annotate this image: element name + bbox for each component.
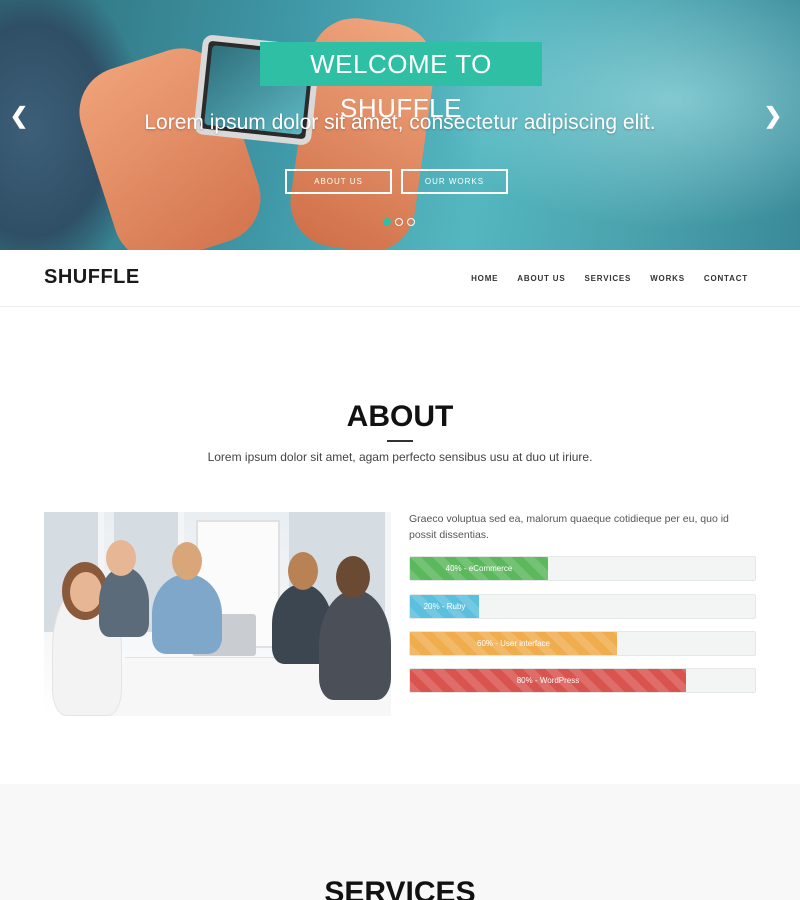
hero-slider: WELCOME TO SHUFFLE Lorem ipsum dolor sit…: [0, 0, 800, 250]
skill-bar-ecommerce: 40% - eCommerce: [409, 556, 756, 581]
about-description: Graeco voluptua sed ea, malorum quaeque …: [409, 513, 729, 541]
hero-subtitle: Lorem ipsum dolor sit amet, consectetur …: [144, 111, 656, 134]
slider-dot-2[interactable]: [395, 218, 403, 226]
about-us-button[interactable]: ABOUT US: [285, 169, 392, 194]
skill-bar-ruby: 20% - Ruby: [409, 594, 756, 619]
skill-bar-user-interface: 60% - User interface: [409, 631, 756, 656]
nav-item-about-us[interactable]: ABOUT US: [517, 274, 565, 283]
skill-bar-fill: 60% - User interface: [410, 632, 617, 655]
brand-logo[interactable]: SHUFFLE: [44, 266, 140, 289]
slider-dot-1[interactable]: [383, 218, 391, 226]
nav-menu: HOME ABOUT US SERVICES WORKS CONTACT: [471, 274, 748, 283]
skill-bar-fill: 40% - eCommerce: [410, 557, 548, 580]
nav-item-contact[interactable]: CONTACT: [704, 274, 748, 283]
slider-prev-icon[interactable]: ❮: [9, 105, 29, 127]
about-heading: ABOUT: [346, 400, 454, 433]
skill-bar-fill: 80% - WordPress: [410, 669, 686, 692]
our-works-button[interactable]: OUR WORKS: [401, 169, 508, 194]
services-heading: SERVICES: [324, 876, 476, 900]
main-navbar: SHUFFLE HOME ABOUT US SERVICES WORKS CON…: [0, 250, 800, 307]
nav-item-home[interactable]: HOME: [471, 274, 498, 283]
slider-dot-3[interactable]: [407, 218, 415, 226]
slider-next-icon[interactable]: ❯: [763, 105, 783, 127]
about-lead-text: Lorem ipsum dolor sit amet, agam perfect…: [207, 450, 593, 464]
about-divider: [387, 440, 413, 442]
slider-pagination: [383, 218, 415, 226]
nav-item-services[interactable]: SERVICES: [584, 274, 631, 283]
hero-title: WELCOME TO SHUFFLE: [260, 42, 542, 123]
nav-item-works[interactable]: WORKS: [650, 274, 685, 283]
skill-bar-fill: 20% - Ruby: [410, 595, 479, 618]
team-photo: [44, 512, 391, 716]
skill-bar-wordpress: 80% - WordPress: [409, 668, 756, 693]
